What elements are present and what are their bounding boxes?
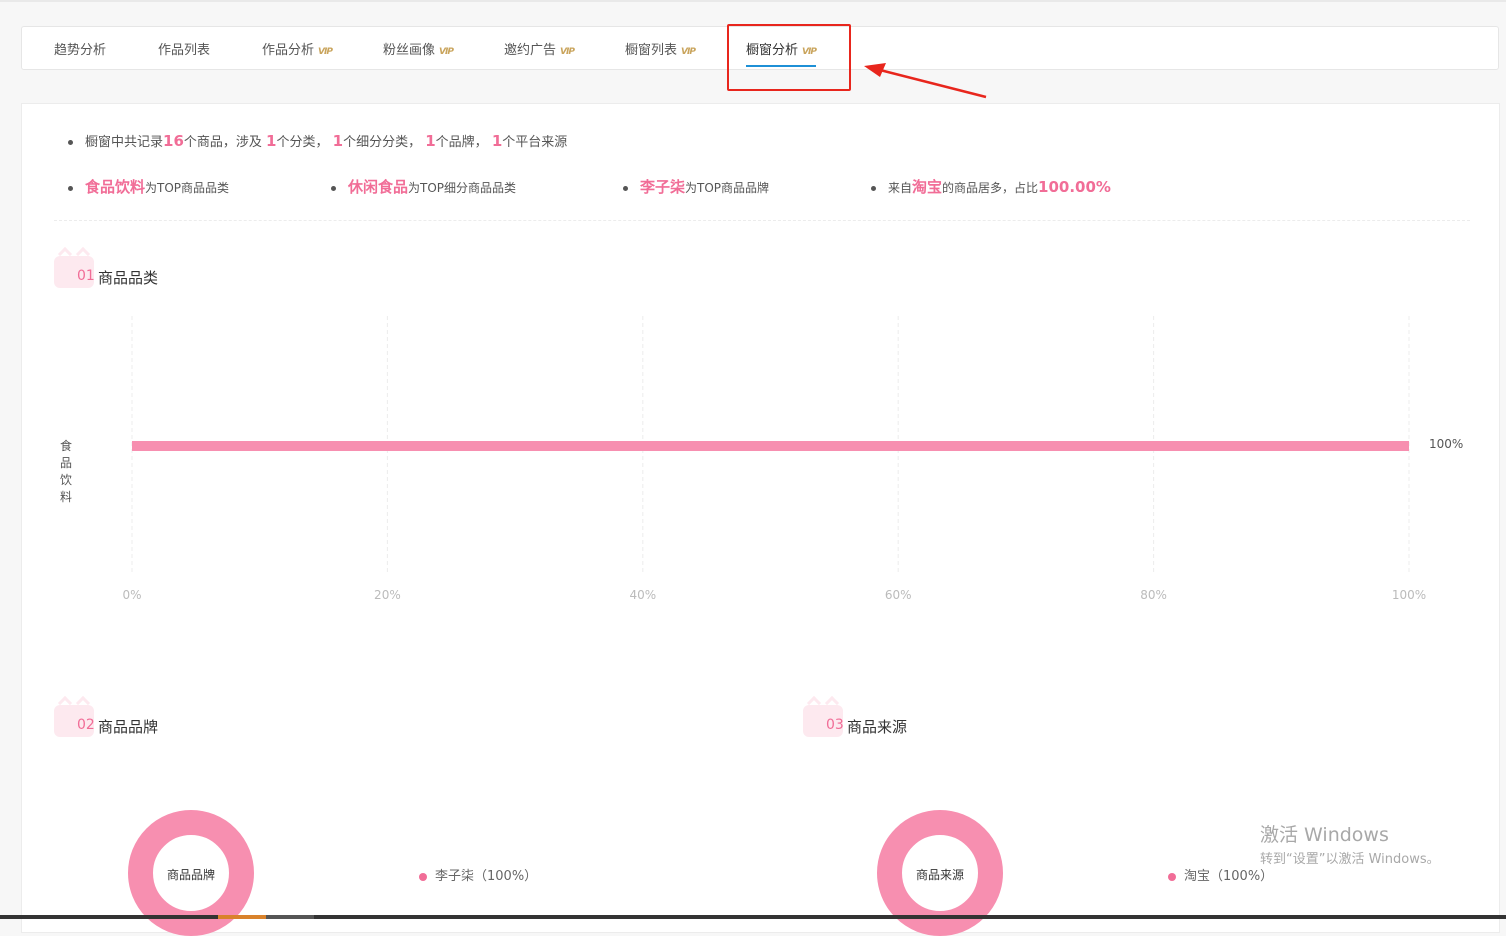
tab-works-analysis[interactable]: 作品分析 VIP (262, 27, 333, 71)
tab-label: 粉丝画像 (383, 43, 436, 58)
tab-label: 邀约广告 (504, 43, 557, 58)
taskbar (0, 915, 1506, 919)
brand-donut-center-label: 商品品牌 (166, 868, 215, 882)
section-label: 商品来源 (847, 718, 908, 736)
section-label: 商品品牌 (98, 718, 159, 736)
bar-value-label: 100% (1429, 437, 1464, 451)
brand-legend-item[interactable]: 李子柒（100%） (419, 865, 537, 884)
x-tick-label: 80% (1140, 588, 1167, 602)
tab-showcase-list[interactable]: 橱窗列表 VIP (625, 27, 696, 71)
tab-invite-ads[interactable]: 邀约广告 VIP (504, 27, 575, 71)
tab-label: 趋势分析 (54, 43, 107, 58)
x-tick-label: 100% (1391, 588, 1427, 602)
vip-icon: VIP (560, 47, 575, 57)
top-border (0, 0, 1506, 2)
bar[interactable] (132, 441, 1409, 451)
vip-icon: VIP (681, 47, 696, 57)
vip-icon: VIP (318, 47, 333, 57)
legend-dot-icon (419, 872, 427, 881)
legend-label: 李子柒（100%） (435, 869, 538, 884)
annotation-arrow-icon (864, 63, 987, 99)
x-tick-label: 60% (884, 588, 912, 602)
tab-trend-analysis[interactable]: 趋势分析 (54, 27, 106, 71)
legend-label: 淘宝（100%） (1184, 869, 1274, 884)
taskbar-item[interactable] (218, 915, 266, 919)
tab-label: 橱窗列表 (625, 43, 678, 58)
windows-activation-title: 激活 Windows (1260, 824, 1389, 846)
x-tick-label: 40% (629, 588, 657, 602)
showcase-analysis-panel: 橱窗中共记录16个商品，涉及 1个分类， 1个细分分类， 1个品牌， 1个平台来… (21, 103, 1500, 936)
tab-label: 作品分析 (262, 43, 315, 58)
section-number: 02 (77, 717, 95, 733)
bar-category-label: 食品饮料 (60, 439, 73, 504)
tab-fans-profile[interactable]: 粉丝画像 VIP (383, 27, 454, 71)
windows-activation-hint: 转到“设置”以激活 Windows。 (1260, 852, 1440, 867)
annotation-highlight-box (727, 24, 851, 91)
taskbar-item[interactable] (266, 915, 314, 919)
legend-dot-icon (1168, 872, 1176, 881)
source-legend-item[interactable]: 淘宝（100%） (1168, 865, 1273, 884)
tab-works-list[interactable]: 作品列表 (158, 27, 210, 71)
bar-chart-svg (131, 316, 1410, 574)
x-tick-label: 20% (374, 588, 401, 602)
source-donut-center-label: 商品来源 (915, 868, 964, 882)
section-number: 03 (826, 717, 844, 733)
x-tick-label: 0% (122, 588, 142, 602)
vip-icon: VIP (439, 47, 454, 57)
tab-label: 作品列表 (158, 43, 211, 58)
